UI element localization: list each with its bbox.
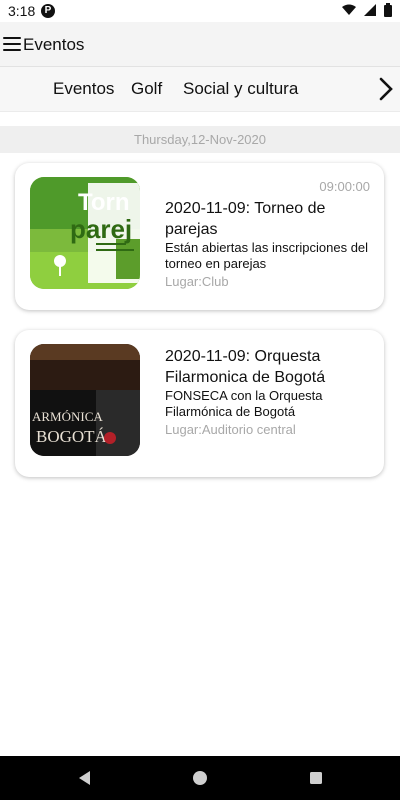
event-place: Lugar:Club xyxy=(165,274,229,289)
battery-icon xyxy=(384,3,392,17)
event-card[interactable]: ARMÓNICA BOGOTÁ 2020-11-09: Orquesta Fil… xyxy=(15,330,384,477)
svg-text:BOGOTÁ: BOGOTÁ xyxy=(36,427,108,446)
signal-icon xyxy=(364,4,376,16)
event-description: Están abiertas las inscripciones del tor… xyxy=(165,240,369,271)
system-nav-bar xyxy=(0,756,400,800)
back-icon[interactable] xyxy=(75,768,95,788)
app-title: Eventos xyxy=(23,35,85,54)
tab-social-cultura[interactable]: Social y cultura xyxy=(183,79,298,99)
event-image: ARMÓNICA BOGOTÁ xyxy=(30,344,140,456)
event-title: 2020-11-09: Torneo de parejas xyxy=(165,200,326,238)
category-tabs: Eventos Golf Social y cultura xyxy=(0,67,400,112)
menu-icon[interactable] xyxy=(3,37,21,51)
svg-text:ARMÓNICA: ARMÓNICA xyxy=(32,409,103,424)
event-place: Lugar:Auditorio central xyxy=(165,422,296,437)
tab-eventos[interactable]: Eventos xyxy=(53,79,114,99)
event-card[interactable]: Torn parej 09:00:00 2020-11-09: Torneo d… xyxy=(15,163,384,310)
date-header: Thursday,12-Nov-2020 xyxy=(0,126,400,153)
notification-icon: P xyxy=(41,4,55,18)
chevron-right-icon[interactable] xyxy=(378,77,394,101)
home-icon[interactable] xyxy=(190,768,210,788)
event-description: FONSECA con la Orquesta Filarmónica de B… xyxy=(165,388,323,419)
recents-icon[interactable] xyxy=(306,768,326,788)
status-time: 3:18 xyxy=(8,3,36,19)
tab-golf[interactable]: Golf xyxy=(131,79,162,99)
svg-text:Torn: Torn xyxy=(78,189,130,216)
svg-text:parej: parej xyxy=(70,214,132,244)
event-image: Torn parej xyxy=(30,177,140,289)
status-bar: 3:18 P xyxy=(0,0,400,22)
event-title: 2020-11-09: Orquesta Filarmonica de Bogo… xyxy=(165,348,326,386)
status-icons xyxy=(342,3,392,17)
app-bar: Eventos xyxy=(0,22,400,67)
wifi-icon xyxy=(342,4,356,15)
event-time: 09:00:00 xyxy=(319,179,370,194)
